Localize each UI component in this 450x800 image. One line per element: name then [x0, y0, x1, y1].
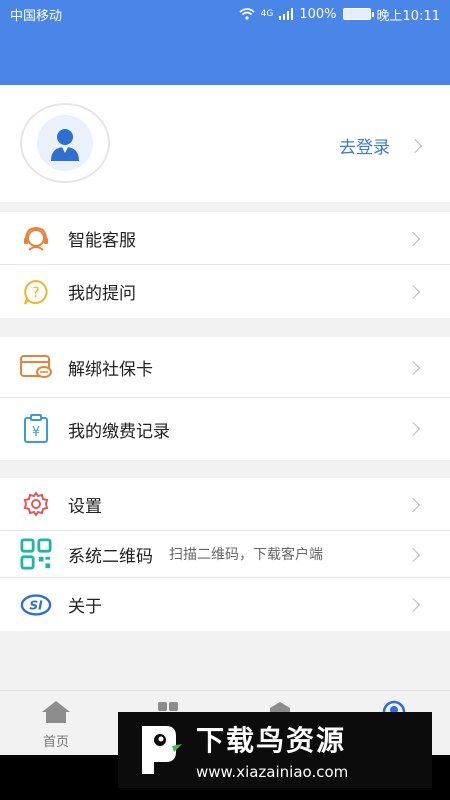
status-right: 4G 100% 晚上10:11 [239, 5, 440, 24]
menu-label: 设置 [68, 496, 102, 517]
menu-item-my-questions[interactable]: ? 我的提问 [0, 265, 450, 318]
battery-percent: 100% [299, 6, 337, 22]
watermark-text: 下载鸟资源 www.xiazainiao.com [196, 719, 348, 781]
network-label: 4G [260, 9, 274, 19]
bird-logo-icon [128, 720, 188, 780]
menu-item-unbind-card[interactable]: 解绑社保卡 [0, 337, 450, 398]
menu-label: 系统二维码 [68, 546, 153, 567]
menu-group-service: 智能客服 ? 我的提问 [0, 212, 450, 318]
menu-item-payment-records[interactable]: ¥ 我的缴费记录 [0, 398, 450, 460]
avatar[interactable] [20, 103, 110, 183]
chevron-right-icon [405, 597, 421, 613]
login-label: 去登录 [339, 138, 390, 158]
header-bar [0, 28, 450, 85]
card-icon [20, 351, 52, 383]
chevron-right-icon [405, 497, 421, 513]
chevron-right-icon [405, 421, 421, 437]
chevron-right-icon [405, 547, 421, 563]
menu-group-card: 解绑社保卡 ¥ 我的缴费记录 [0, 337, 450, 460]
tab-label: 首页 [42, 735, 69, 750]
qrcode-icon [20, 538, 52, 570]
menu-group-system: 设置 系统二维码 扫描二维码，下载客户端 SI 关于 [0, 478, 450, 631]
svg-text:SI: SI [29, 598, 43, 612]
status-bar: 中国移动 4G 100% 晚上10:11 [0, 0, 450, 28]
watermark-banner: 下载鸟资源 www.xiazainiao.com [118, 712, 432, 788]
menu-item-about[interactable]: SI 关于 [0, 578, 450, 631]
menu-item-customer-service[interactable]: 智能客服 [0, 212, 450, 265]
chevron-right-icon [405, 360, 421, 376]
menu-label: 关于 [68, 597, 102, 617]
question-icon: ? [20, 276, 52, 308]
svg-text:?: ? [32, 285, 39, 301]
svg-text:¥: ¥ [32, 425, 40, 440]
time-label: 晚上10:11 [376, 8, 440, 24]
gear-icon [20, 488, 52, 520]
chevron-right-icon [405, 231, 421, 247]
user-avatar-icon [37, 115, 93, 171]
carrier-label: 中国移动 [10, 8, 63, 24]
menu-label: 解绑社保卡 [68, 359, 153, 380]
watermark-url: www.xiazainiao.com [196, 763, 349, 781]
tab-home[interactable]: 首页 [16, 699, 96, 750]
payment-record-icon: ¥ [20, 413, 52, 445]
profile-section[interactable]: 去登录 [0, 85, 450, 202]
home-icon [40, 699, 72, 725]
wifi-icon [239, 8, 255, 20]
si-logo-icon: SI [20, 589, 52, 621]
chevron-right-icon [405, 284, 421, 300]
menu-item-qrcode[interactable]: 系统二维码 扫描二维码，下载客户端 [0, 531, 450, 578]
signal-icon [279, 8, 294, 20]
menu-sublabel: 扫描二维码，下载客户端 [169, 547, 323, 563]
menu-label: 智能客服 [68, 230, 136, 251]
menu-label: 我的缴费记录 [68, 421, 170, 442]
login-link[interactable]: 去登录 [339, 133, 423, 158]
watermark-title: 下载鸟资源 [196, 724, 347, 757]
headset-icon [20, 222, 52, 254]
menu-item-settings[interactable]: 设置 [0, 478, 450, 531]
battery-icon [342, 8, 374, 20]
menu-label: 我的提问 [68, 284, 136, 304]
chevron-right-icon [407, 138, 423, 153]
